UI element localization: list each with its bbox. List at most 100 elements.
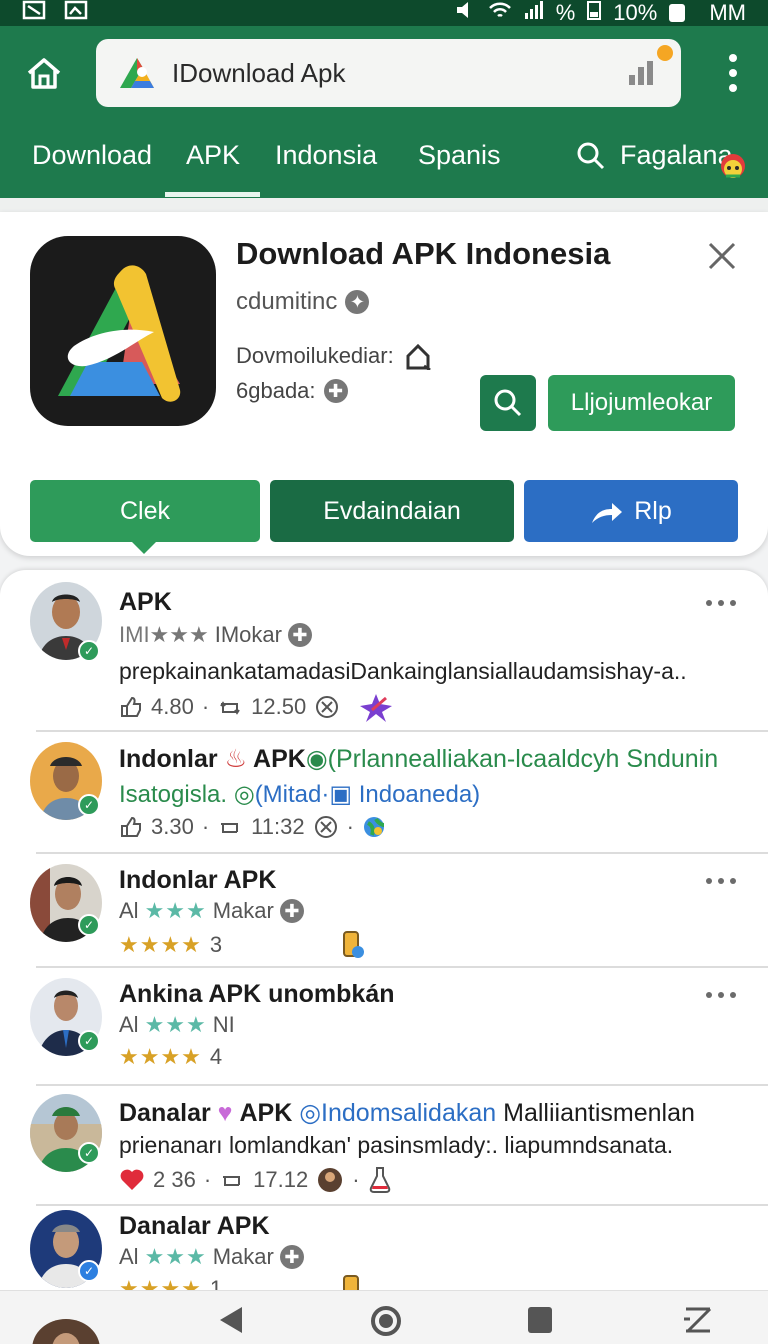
share-circle-icon [314,816,337,838]
back-icon[interactable] [218,1305,246,1335]
repost-icon [220,701,240,715]
item-title-rest: Malliiantismenlan [503,1099,695,1127]
list-item[interactable]: ✓ Indonlar APK Al ★★★ Makar ✚ ★★★★ 3 [0,854,768,968]
item-title-apk: APK [253,745,306,773]
item-line2: Isatogisla. ◎(Mitad·▣ Indoaneda) [119,780,480,809]
menu-nav-icon[interactable] [680,1305,714,1335]
plus-circle-icon: ✚ [287,623,312,647]
item-rating: ★★★★ 1 [119,1274,366,1290]
item-meta: Al ★★★ NI [119,1012,235,1038]
item-meta-label: Makar [212,1244,274,1269]
carrier-label: MM [709,0,746,25]
heart-filled-icon [120,1169,144,1190]
click-button[interactable]: Clek [30,480,260,554]
item-meta: IMI★★★ IMokar ✚ [119,622,312,648]
item-description: prepkainankatamadasiDankainglansiallauda… [119,658,687,684]
emoji-badge-icon [721,154,745,178]
gold-stars: ★★★★ [119,932,202,957]
developer-name: cdumitinc [236,288,338,315]
list-item[interactable]: ✓ APK IMI★★★ IMokar ✚ prepkainankatamada… [0,570,768,732]
home-icon [27,58,61,89]
item-title-blue: Indomsalidakan [321,1099,497,1127]
share-arrow-icon [592,503,623,523]
item-line2-green: Isatogisla. [119,781,228,808]
search-icon [494,389,522,417]
at-icon: ◎ [299,1099,322,1127]
whatsapp-icon: ◉ [305,745,328,773]
size-label: 6gbada: [236,378,316,403]
share-button[interactable]: Rlp [524,480,738,542]
refresh-icon: ◎ [233,781,255,808]
recents-icon[interactable] [526,1305,554,1335]
click-button-label: Clek [119,496,170,525]
action-button[interactable]: Lljojumleokar [548,375,735,431]
search-icon [577,142,605,169]
app-detail-card: Download APK Indonesia cdumitinc ✦ Dovmo… [0,212,768,556]
search-tab[interactable]: Fagalana [576,140,733,171]
stats-icon [629,61,657,85]
more-options-button[interactable] [706,600,736,610]
item-rating: ★★★★ 4 [119,1044,222,1070]
item-title: Indonlar [119,745,218,773]
home-nav-icon[interactable] [370,1305,402,1337]
app-icon [30,236,216,426]
battery-icon [587,0,602,26]
tab-indonsia[interactable]: Indonsia [275,140,377,171]
item-meta-prefix: IMI★★★ [119,622,209,647]
like-count: 3.30 [151,814,194,839]
like-count: 2 36 [153,1167,196,1192]
tab-download[interactable]: Download [32,140,152,171]
rating-stars: ★★★ [144,1012,207,1037]
notification-icon [22,0,46,26]
search-button[interactable] [480,375,536,431]
item-meta: Al ★★★ Makar ✚ [119,1244,304,1270]
emoji-icon: ♨ [224,745,247,773]
like-icon [121,816,141,837]
more-options-button[interactable] [706,878,736,888]
status-bar: % 10% MM [0,0,768,26]
avatar-peek-icon [32,1319,100,1344]
item-title-apk: APK [239,1099,293,1127]
app-logo-icon [120,58,154,88]
item-line2-blue-a: (Mitad· [254,781,330,808]
repost-icon [221,823,239,833]
item-title-green: (Prlannealliakan-lcaaldcyh Sndunin [327,745,719,773]
rating-stars: ★★★ [144,898,207,923]
plus-circle-icon: ✚ [279,1245,304,1269]
list-item[interactable]: ✓ Danalar APK Al ★★★ Makar ✚ ★★★★ 1 [0,1204,768,1290]
phone-icon [343,931,365,958]
like-count: 4.80 [151,694,194,719]
url-bar[interactable]: IDownload Apk [96,39,681,107]
signal-icon [524,0,544,26]
item-title-row: Indonlar ♨ APK◉(Prlannealliakan-lcaaldcy… [119,744,718,774]
plus-circle-icon: ✚ [323,379,348,403]
verified-check-icon: ✓ [78,1142,100,1164]
developer-row[interactable]: cdumitinc ✦ [236,288,370,316]
verified-badge-icon: ✦ [345,290,370,314]
tab-apk[interactable]: APK [186,140,240,171]
list-item[interactable]: ✓ Ankina APK unombkán Al ★★★ NI ★★★★ 4 [0,968,768,1086]
item-description: prienanarı lomlandkan' pasinsmlady:. lia… [119,1132,674,1158]
download-button[interactable]: Evdaindaian [270,480,514,542]
repost-count: 12.50 [251,694,307,719]
item-meta-label: IMokar [214,622,282,647]
battery-box-icon [669,4,686,22]
close-button[interactable] [706,240,738,272]
verified-check-icon: ✓ [78,914,100,936]
tab-spanis[interactable]: Spanis [418,140,501,171]
item-title: Danalar APK [119,1212,270,1240]
download-button-label: Evdaindaian [323,496,461,525]
overflow-menu-button[interactable] [726,54,740,92]
more-options-button[interactable] [706,992,736,1002]
list-item[interactable]: ✓ Danalar ♥ APK ◎Indomsalidakan Malliian… [0,1086,768,1206]
home-button[interactable] [24,54,64,94]
item-title: APK [119,588,172,616]
verified-check-icon: ✓ [78,640,100,662]
flask-icon [369,1167,390,1193]
share-circle-icon [316,696,339,718]
plus-circle-icon: ✚ [279,899,304,923]
close-icon [708,242,736,270]
app-logo-large-icon [58,265,181,402]
list-item[interactable]: ✓ Indonlar ♨ APK◉(Prlannealliakan-lcaald… [0,732,768,854]
active-tab-indicator [165,192,260,197]
